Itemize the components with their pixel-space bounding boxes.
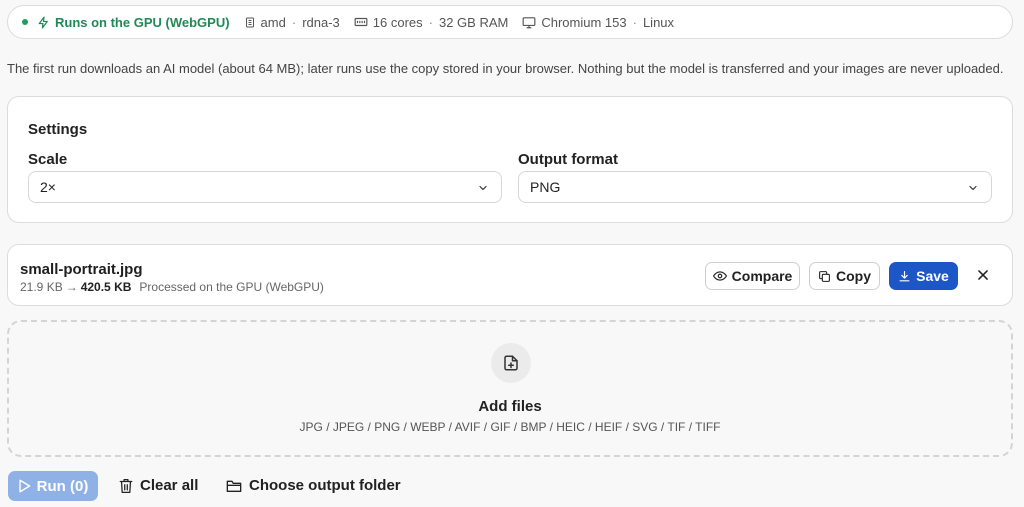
status-cores: 16 cores xyxy=(372,14,423,30)
status-separator: · xyxy=(632,14,637,30)
copy-label: Copy xyxy=(836,268,871,284)
status-vendor: amd xyxy=(260,14,286,30)
choose-output-folder-button[interactable]: Choose output folder xyxy=(226,477,401,494)
chevron-down-icon xyxy=(969,185,977,191)
eye-icon xyxy=(712,271,727,281)
folder-icon xyxy=(226,480,242,492)
status-gpu-device: amd · rdna-3 xyxy=(244,15,340,30)
trash-icon xyxy=(119,478,133,493)
run-label: Run (0) xyxy=(36,477,89,495)
status-hardware: 16 cores · 32 GB RAM xyxy=(354,14,509,30)
play-icon xyxy=(19,479,30,493)
download-icon xyxy=(899,270,910,281)
clear-all-label: Clear all xyxy=(140,477,199,494)
copy-icon xyxy=(819,270,830,282)
file-name: small-portrait.jpg xyxy=(20,261,143,278)
save-label: Save xyxy=(916,268,949,284)
save-button[interactable]: Save xyxy=(889,262,958,290)
clear-all-button[interactable]: Clear all xyxy=(119,477,198,494)
format-label: Output format xyxy=(518,151,618,168)
compare-button[interactable]: Compare xyxy=(705,262,800,290)
settings-title: Settings xyxy=(28,121,88,138)
chevron-down-icon xyxy=(479,185,487,191)
settings-card: Settings Scale 2× Output format PNG xyxy=(7,96,1013,223)
choose-output-folder-label: Choose output folder xyxy=(249,477,401,494)
status-browser-name: Chromium 153 xyxy=(541,14,627,30)
chip-icon xyxy=(245,17,254,27)
file-row: small-portrait.jpg 21.9 KB → 420.5 KB Pr… xyxy=(7,244,1013,306)
status-os: Linux xyxy=(642,14,675,30)
status-gpu-label: Runs on the GPU (WebGPU) xyxy=(55,14,230,30)
scale-select[interactable]: 2× xyxy=(28,171,502,203)
dropzone-formats: JPG / JPEG / PNG / WEBP / AVIF / GIF / B… xyxy=(299,420,721,434)
status-separator: · xyxy=(428,14,433,30)
intro-text: The first run downloads an AI model (abo… xyxy=(7,61,1004,76)
page: Runs on the GPU (WebGPU) amd · rdna-3 16… xyxy=(0,0,1024,507)
status-gpu: Runs on the GPU (WebGPU) xyxy=(37,15,230,30)
scale-label: Scale xyxy=(28,151,68,168)
remove-file-icon[interactable] xyxy=(976,268,990,282)
status-browser: Chromium 153 · Linux xyxy=(522,15,674,30)
status-bar: Runs on the GPU (WebGPU) amd · rdna-3 16… xyxy=(7,5,1013,39)
file-meta: 21.9 KB → 420.5 KB Processed on the GPU … xyxy=(20,280,324,294)
format-select-value: PNG xyxy=(530,179,561,195)
file-output-size: 420.5 KB xyxy=(80,280,132,294)
format-select[interactable]: PNG xyxy=(518,171,992,203)
file-input-size: 21.9 KB xyxy=(20,280,63,294)
file-processed-note: Processed on the GPU (WebGPU) xyxy=(139,280,324,294)
scale-select-value: 2× xyxy=(40,179,56,195)
status-architecture: rdna-3 xyxy=(302,14,340,30)
file-dropzone[interactable]: Add files JPG / JPEG / PNG / WEBP / AVIF… xyxy=(7,320,1013,457)
lightning-icon xyxy=(38,15,48,29)
status-dot xyxy=(22,19,28,25)
status-ram: 32 GB RAM xyxy=(438,14,509,30)
compare-label: Compare xyxy=(731,268,793,284)
run-button[interactable]: Run (0) xyxy=(8,471,98,501)
copy-button[interactable]: Copy xyxy=(809,262,880,290)
file-size-arrow: → xyxy=(65,280,78,294)
dropzone-title: Add files xyxy=(478,398,542,415)
status-separator: · xyxy=(291,14,297,30)
add-file-icon-wrap xyxy=(491,343,531,383)
monitor-icon xyxy=(522,16,536,28)
file-plus-icon xyxy=(504,355,518,371)
memory-icon xyxy=(354,17,368,27)
